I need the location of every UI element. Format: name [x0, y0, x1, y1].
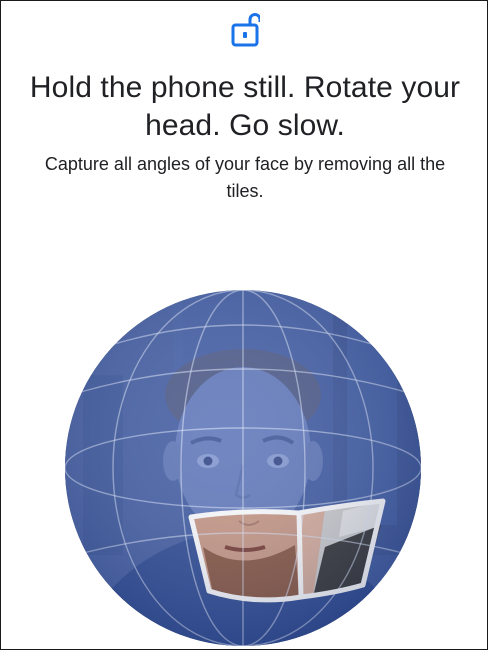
lock-open-icon [230, 11, 262, 47]
instruction-subtitle: Capture all angles of your face by remov… [44, 154, 446, 201]
instruction-title: Hold the phone still. Rotate your head. … [29, 71, 461, 142]
face-capture-screen: Hold the phone still. Rotate your head. … [0, 0, 488, 650]
face-capture-sphere [63, 285, 423, 649]
